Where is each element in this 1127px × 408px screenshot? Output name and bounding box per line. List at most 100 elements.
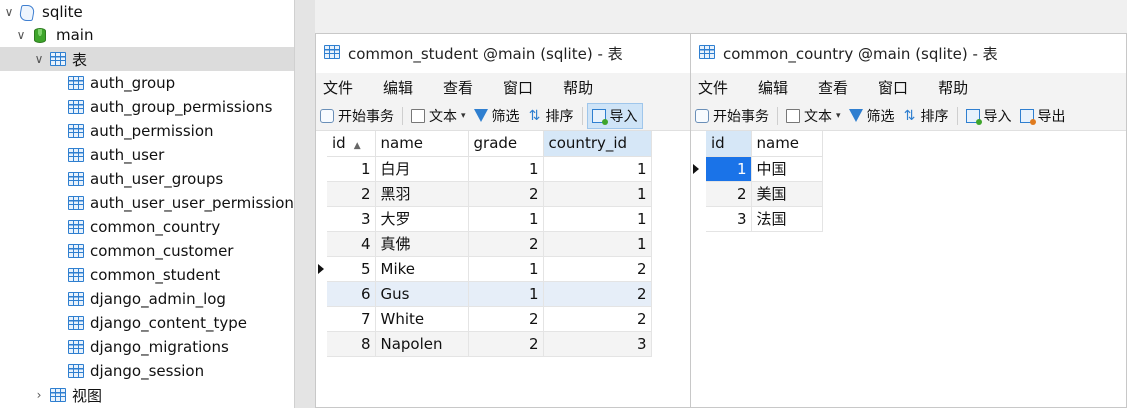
table-row[interactable]: 7 White 2 2 (316, 306, 652, 332)
dropdown-arrow-icon[interactable]: ▾ (461, 111, 466, 121)
column-header-name[interactable]: name (375, 131, 469, 157)
cell-name[interactable]: 黑羽 (375, 181, 469, 207)
begin-transaction-button[interactable]: 开始事务 (316, 103, 398, 129)
cell-id[interactable]: 1 (327, 156, 376, 182)
cell-name[interactable]: 白月 (375, 156, 469, 182)
begin-transaction-button[interactable]: 开始事务 (691, 103, 773, 129)
table-row[interactable]: 1 中国 (691, 156, 823, 182)
table-row[interactable]: 2 黑羽 2 1 (316, 181, 652, 207)
cell-grade[interactable]: 2 (468, 181, 544, 207)
tree-node-table[interactable]: auth_group_permissions (0, 95, 294, 119)
cell-country-id[interactable]: 1 (543, 206, 652, 232)
column-header-id[interactable]: id ▲ (327, 131, 376, 157)
chevron-down-icon[interactable]: ∨ (2, 5, 16, 19)
tree-node-table[interactable]: django_admin_log (0, 287, 294, 311)
cell-name[interactable]: 中国 (751, 156, 823, 182)
cell-name[interactable]: Mike (375, 256, 469, 282)
tree-node-main[interactable]: ∨ main (0, 23, 294, 47)
window-titlebar[interactable]: common_country @main (sqlite) - 表 (691, 34, 1126, 73)
export-button[interactable]: 导出 (1016, 103, 1070, 129)
menu-window[interactable]: 窗口 (878, 77, 908, 98)
tree-node-table[interactable]: common_country (0, 215, 294, 239)
cell-id[interactable]: 8 (327, 331, 376, 357)
tree-node-views[interactable]: › 视图 (0, 383, 294, 407)
import-button[interactable]: 导入 (962, 103, 1016, 129)
table-row[interactable]: 6 Gus 1 2 (316, 281, 652, 307)
sort-button[interactable]: ⇅ 排序 (524, 103, 578, 129)
dropdown-arrow-icon[interactable]: ▾ (836, 111, 841, 121)
window-titlebar[interactable]: common_student @main (sqlite) - 表 (316, 34, 694, 73)
cell-country-id[interactable]: 3 (543, 331, 652, 357)
table-row[interactable]: 2 美国 (691, 181, 823, 207)
cell-country-id[interactable]: 2 (543, 306, 652, 332)
table-row[interactable]: 1 白月 1 1 (316, 156, 652, 182)
sort-button[interactable]: ⇅ 排序 (899, 103, 953, 129)
tree-node-table[interactable]: django_session (0, 359, 294, 383)
table-row[interactable]: 4 真佛 2 1 (316, 231, 652, 257)
cell-country-id[interactable]: 2 (543, 256, 652, 282)
column-header-grade[interactable]: grade (468, 131, 544, 157)
cell-name[interactable]: 美国 (751, 181, 823, 207)
filter-button[interactable]: 筛选 (845, 103, 899, 129)
menu-view[interactable]: 查看 (818, 77, 848, 98)
cell-id[interactable]: 3 (327, 206, 376, 232)
tree-node-table[interactable]: auth_group (0, 71, 294, 95)
cell-name[interactable]: 真佛 (375, 231, 469, 257)
cell-id[interactable]: 6 (327, 281, 376, 307)
cell-country-id[interactable]: 1 (543, 181, 652, 207)
text-button[interactable]: 文本 ▾ (407, 103, 470, 129)
import-button[interactable]: 导入 (586, 102, 643, 129)
table-row[interactable]: 3 法国 (691, 206, 823, 232)
menu-file[interactable]: 文件 (323, 77, 353, 98)
cell-name[interactable]: 法国 (751, 206, 823, 232)
menu-edit[interactable]: 编辑 (758, 77, 788, 98)
chevron-down-icon[interactable]: ∨ (14, 28, 28, 42)
column-header-country-id[interactable]: country_id (543, 131, 652, 157)
tree-node-table[interactable]: common_customer (0, 239, 294, 263)
chevron-down-icon[interactable]: ∨ (32, 52, 46, 66)
filter-button[interactable]: 筛选 (470, 103, 524, 129)
cell-name[interactable]: Napolen (375, 331, 469, 357)
cell-id[interactable]: 4 (327, 231, 376, 257)
menu-window[interactable]: 窗口 (503, 77, 533, 98)
tree-node-table[interactable]: auth_user_groups (0, 167, 294, 191)
menu-help[interactable]: 帮助 (938, 77, 968, 98)
cell-id[interactable]: 5 (327, 256, 376, 282)
menu-edit[interactable]: 编辑 (383, 77, 413, 98)
column-header-name[interactable]: name (751, 131, 823, 157)
cell-id[interactable]: 2 (706, 181, 752, 207)
menu-help[interactable]: 帮助 (563, 77, 593, 98)
cell-id[interactable]: 1 (706, 156, 752, 182)
cell-name[interactable]: Gus (375, 281, 469, 307)
tree-node-table[interactable]: auth_user (0, 143, 294, 167)
cell-grade[interactable]: 1 (468, 256, 544, 282)
cell-id[interactable]: 3 (706, 206, 752, 232)
cell-id[interactable]: 7 (327, 306, 376, 332)
cell-country-id[interactable]: 2 (543, 281, 652, 307)
tree-node-table[interactable]: django_migrations (0, 335, 294, 359)
tree-node-tables[interactable]: ∨ 表 (0, 47, 294, 71)
cell-name[interactable]: 大罗 (375, 206, 469, 232)
tree-node-table[interactable]: django_content_type (0, 311, 294, 335)
table-row[interactable]: 5 Mike 1 2 (316, 256, 652, 282)
cell-grade[interactable]: 1 (468, 281, 544, 307)
cell-name[interactable]: White (375, 306, 469, 332)
pane-splitter[interactable] (294, 0, 315, 408)
cell-grade[interactable]: 1 (468, 156, 544, 182)
cell-country-id[interactable]: 1 (543, 156, 652, 182)
table-row[interactable]: 3 大罗 1 1 (316, 206, 652, 232)
text-button[interactable]: 文本 ▾ (782, 103, 845, 129)
table-row[interactable]: 8 Napolen 2 3 (316, 331, 652, 357)
tree-node-table[interactable]: common_student (0, 263, 294, 287)
tree-node-table[interactable]: auth_user_user_permissions (0, 191, 294, 215)
cell-grade[interactable]: 2 (468, 306, 544, 332)
cell-grade[interactable]: 2 (468, 231, 544, 257)
menu-view[interactable]: 查看 (443, 77, 473, 98)
cell-grade[interactable]: 2 (468, 331, 544, 357)
cell-id[interactable]: 2 (327, 181, 376, 207)
tree-node-table[interactable]: auth_permission (0, 119, 294, 143)
menu-file[interactable]: 文件 (698, 77, 728, 98)
tree-node-sqlite[interactable]: ∨ sqlite (0, 0, 294, 24)
cell-country-id[interactable]: 1 (543, 231, 652, 257)
column-header-id[interactable]: id (706, 131, 752, 157)
